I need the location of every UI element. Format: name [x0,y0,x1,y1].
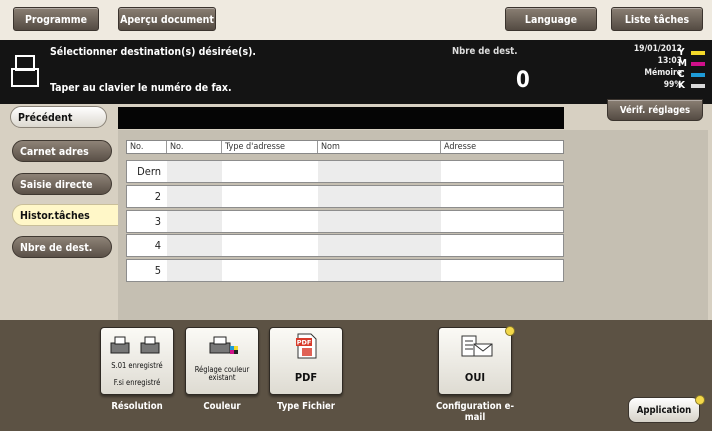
couleur-text: Réglage couleur existant [194,365,250,382]
toner-m-bar [691,62,705,66]
table-cell [167,235,222,256]
table-cell [318,260,441,281]
column-header: Type d'adresse [222,141,318,153]
table-cell [222,186,318,207]
table-cell [222,211,318,232]
couleur-button[interactable]: Réglage couleur existant [185,327,259,395]
column-header: No. [127,141,167,153]
row-number: 5 [154,264,161,277]
column-header: Adresse [444,142,477,152]
table-cell [167,186,222,207]
table-cell [441,260,563,281]
table-row[interactable]: Dern [126,160,564,183]
column-header: Nom [318,141,441,153]
toner-y-label: Y [678,47,685,58]
toner-c-label: C [678,69,685,80]
table-cell [441,161,563,182]
document-icon [11,55,39,87]
programme-tab[interactable]: Programme [13,7,99,31]
resolution-label: Résolution [111,401,163,412]
email-indicator-icon [505,326,515,336]
toner-c-bar [691,73,705,77]
toner-m-label: M [678,58,687,69]
configuration-email-label: Configuration e-mail [435,401,515,423]
table-row[interactable]: 4 [126,234,564,257]
type-fichier-label: Type Fichier [276,401,336,412]
type-fichier-button[interactable]: PDF PDF [269,327,343,395]
row-number: Dern [137,165,161,178]
table-cell [222,161,318,182]
memory-label: Mémoire [644,68,682,78]
table-cell [318,235,441,256]
precedent-button[interactable]: Précédent [10,106,107,128]
toner-y-bar [691,51,705,55]
liste-taches-tab[interactable]: Liste tâches [611,7,703,31]
nav-nbre-de-dest[interactable]: Nbre de dest. [12,236,112,258]
memory-value: 99% [663,80,682,90]
row-number: 3 [154,215,161,228]
table-row[interactable]: 2 [126,185,564,208]
nav-histor-taches[interactable]: Histor.tâches [12,204,120,226]
column-header: No. [167,141,222,153]
resolution-button[interactable]: S.01 enregistré F.si enregistré [100,327,174,395]
destination-field[interactable] [118,107,564,129]
resolution-text-1: S.01 enregistré [111,361,163,370]
instruction-text: Sélectionner destination(s) désirée(s). [50,46,257,58]
configuration-email-value: OUI [464,371,486,384]
table-cell [441,211,563,232]
destination-count-label: Nbre de dest. [452,46,518,57]
application-indicator-icon [695,395,705,405]
toner-k-bar [691,84,705,88]
language-tab[interactable]: Language [505,7,597,31]
nav-saisie-directe[interactable]: Saisie directe [12,173,112,195]
table-cell [167,161,222,182]
table-cell [167,211,222,232]
table-header: No. No. Type d'adresse Nom Adresse [126,140,564,154]
table-cell [441,235,563,256]
subinstruction-text: Taper au clavier le numéro de fax. [50,82,232,94]
couleur-label: Couleur [203,401,241,412]
table-cell [318,161,441,182]
destination-count-value: 0 [516,68,530,93]
apercu-document-tab[interactable]: Aperçu document [118,7,216,31]
row-number: 2 [154,190,161,203]
table-cell [441,186,563,207]
fax-screen: Programme Aperçu document Language Liste… [0,0,712,431]
table-cell [222,260,318,281]
configuration-email-button[interactable]: OUI [438,327,512,395]
resolution-icon [110,336,160,354]
table-row[interactable]: 3 [126,210,564,233]
table-row[interactable]: 5 [126,259,564,282]
verif-reglages-button[interactable]: Vérif. réglages [607,99,703,121]
table-cell [318,211,441,232]
pdf-icon-text: PDF [297,339,312,347]
top-bar [0,0,712,40]
printer-color-icon [209,336,238,354]
table-cell [222,235,318,256]
application-button[interactable]: Application [628,397,700,423]
type-fichier-value: PDF [294,371,318,384]
resolution-text-2: F.si enregistré [113,378,161,387]
time-text: 13:03 [657,56,682,66]
toner-k-label: K [678,80,685,91]
table-cell [167,260,222,281]
email-icon [461,335,493,357]
pdf-file-icon: PDF [296,333,317,359]
date-text: 19/01/2012 [633,44,682,54]
table-cell [318,186,441,207]
row-number: 4 [154,239,161,252]
nav-carnet-adresses[interactable]: Carnet adres [12,140,112,162]
